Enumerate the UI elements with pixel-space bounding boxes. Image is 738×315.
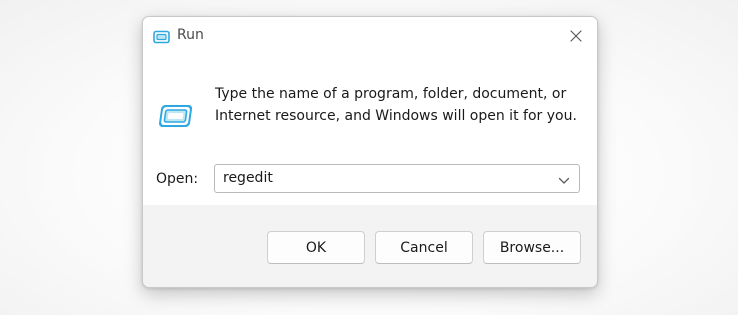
title-bar[interactable]: Run	[143, 17, 597, 55]
close-button[interactable]	[555, 17, 597, 55]
dropdown-button[interactable]	[553, 168, 575, 190]
run-icon	[153, 29, 170, 44]
close-icon	[570, 27, 582, 46]
open-combobox[interactable]: regedit	[214, 164, 580, 193]
chevron-down-icon	[558, 170, 570, 189]
open-input[interactable]: regedit	[223, 170, 273, 186]
run-dialog: Run Type the name of a program, folder, …	[142, 16, 598, 288]
cancel-button[interactable]: Cancel	[375, 231, 473, 264]
ok-button[interactable]: OK	[267, 231, 365, 264]
browse-button[interactable]: Browse...	[483, 231, 581, 264]
run-icon	[157, 102, 193, 130]
open-label: Open:	[156, 171, 199, 187]
description-line: Internet resource, and Windows will open…	[215, 108, 577, 124]
description-text: Type the name of a program, folder, docu…	[215, 83, 585, 127]
window-title: Run	[177, 27, 204, 43]
description-line: Type the name of a program, folder, docu…	[215, 86, 567, 102]
dialog-body: Type the name of a program, folder, docu…	[143, 55, 597, 205]
